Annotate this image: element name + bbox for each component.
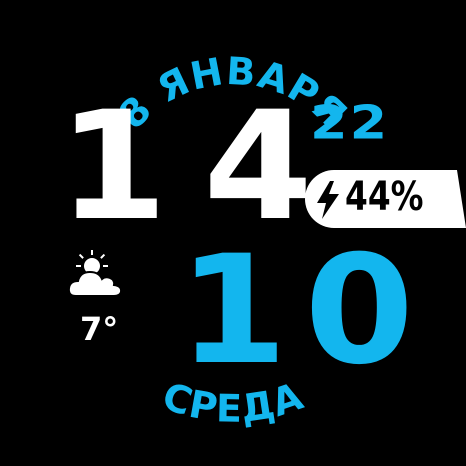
battery-percent: 44% <box>345 174 424 220</box>
watch-face: 8 ЯНВАРЯ СРЕДА 14 10 22 44% 7° <box>0 0 466 466</box>
lightning-bolt-icon <box>317 181 339 219</box>
minute-digits: 10 <box>178 224 431 398</box>
hour-digits: 14 <box>58 80 349 254</box>
temperature-label: 7° <box>80 310 119 348</box>
seconds-digits: 22 <box>310 95 390 150</box>
partly-cloudy-icon <box>67 250 123 297</box>
